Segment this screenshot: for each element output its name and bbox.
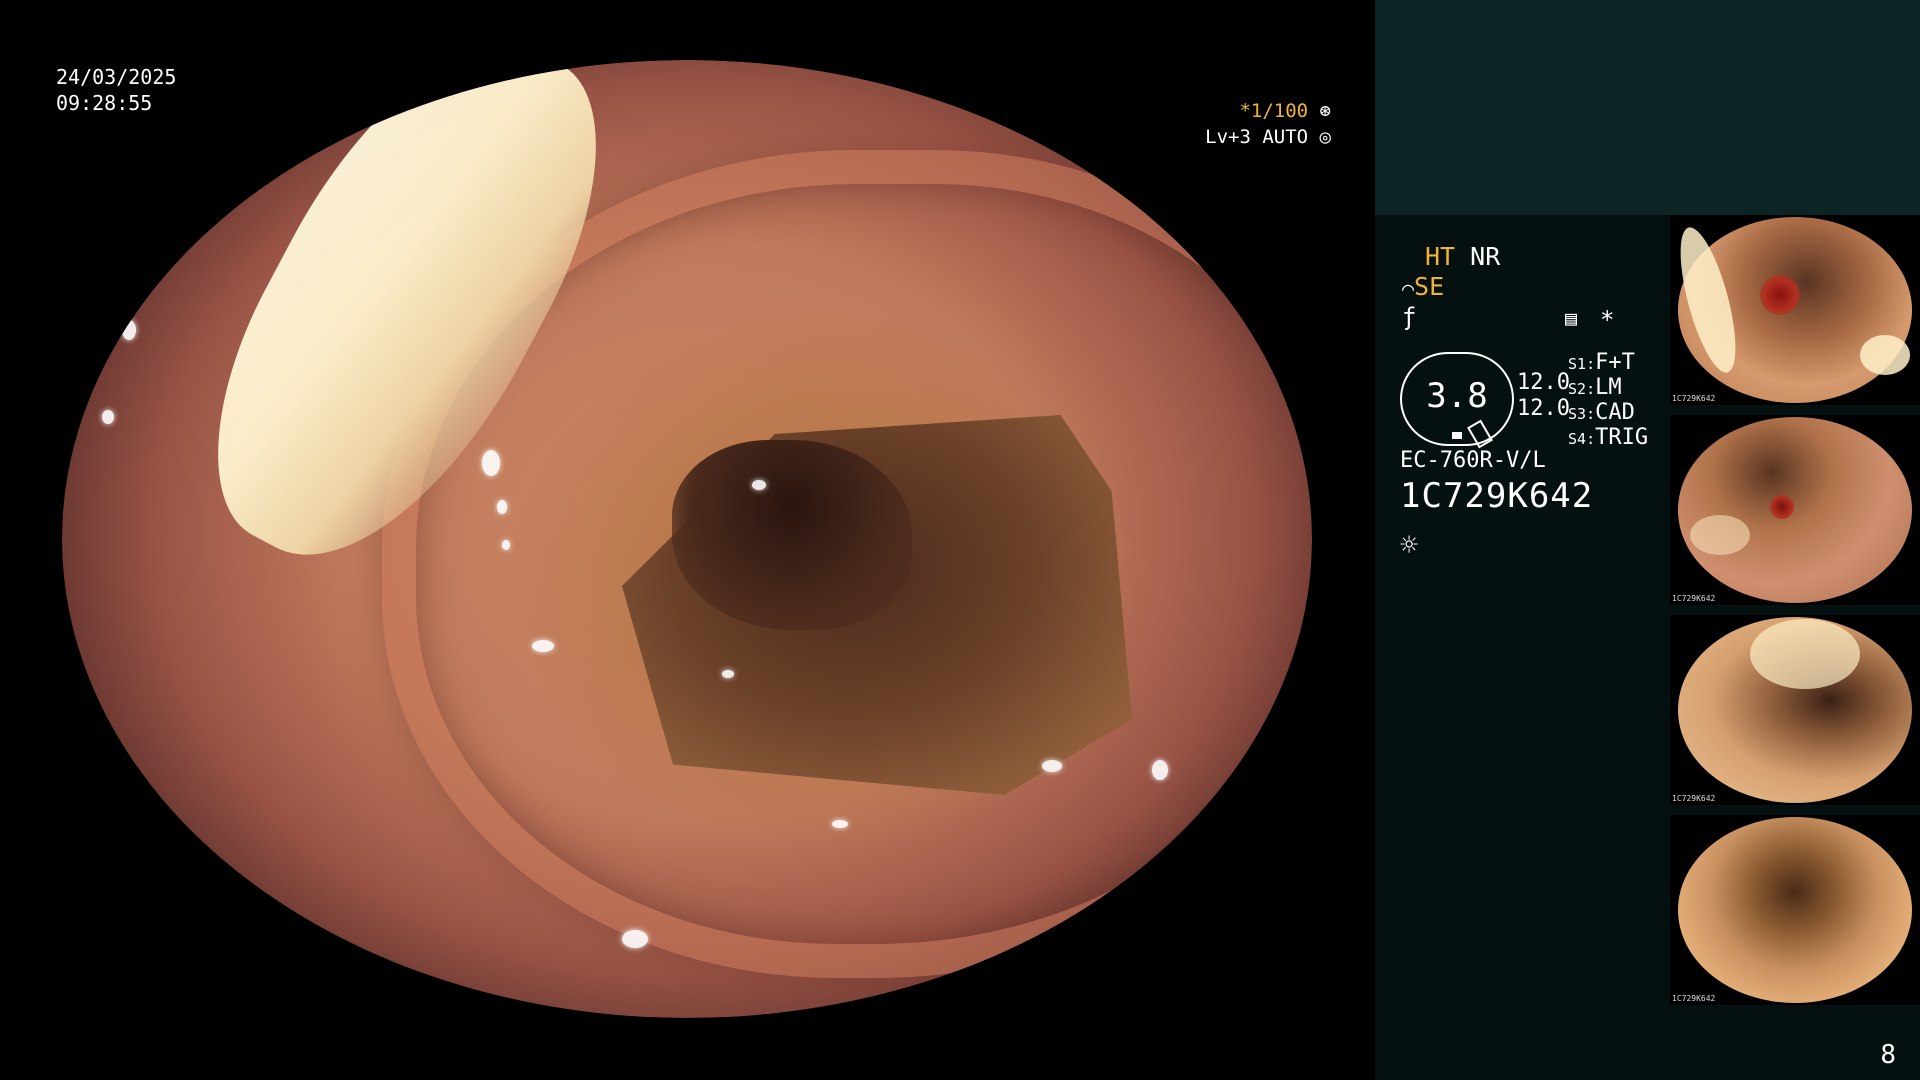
endoscope-view: 24/03/2025 09:28:55 *1/100 ⊛ Lv+3 AUTO ◎: [0, 0, 1375, 1080]
time-label: 09:28:55: [56, 91, 153, 115]
thumbnail-caption: 1C729K642: [1672, 994, 1716, 1003]
datetime-overlay: 24/03/2025 09:28:55: [56, 64, 176, 116]
exposure-label: Lv+3 AUTO: [1205, 126, 1309, 148]
thumbnail-2[interactable]: 1C729K642: [1670, 415, 1920, 605]
switch-row-s1: S1:F+T: [1568, 350, 1635, 375]
exposure-overlay: *1/100 ⊛ Lv+3 AUTO ◎: [1205, 98, 1331, 150]
specular-highlight: [497, 500, 507, 514]
asterisk-label: *: [1600, 306, 1615, 334]
specular-highlight: [102, 410, 114, 424]
sharpness-indicator: 3.8: [1400, 352, 1514, 449]
auto-icon: ◎: [1319, 126, 1331, 148]
scope-model: EC-760R-V/L: [1400, 448, 1546, 473]
lesion-spot: [1770, 495, 1794, 519]
thumbnail-caption: 1C729K642: [1672, 594, 1716, 603]
specular-highlight: [722, 670, 734, 678]
thumbnail-caption: 1C729K642: [1672, 794, 1716, 803]
specular-highlight: [482, 450, 500, 476]
thumbnail-4[interactable]: 1C729K642: [1670, 815, 1920, 1005]
captured-images-strip: 1C729K642 1C729K642 1C729K642 1C729K642: [1670, 215, 1920, 1015]
specular-highlight: [502, 540, 510, 550]
lumen-center: [672, 440, 912, 630]
sharpness-mark: [1452, 432, 1462, 439]
specular-highlight: [532, 640, 554, 652]
thumbnail-1[interactable]: 1C729K642: [1670, 215, 1920, 405]
panel-header-block: [1375, 0, 1920, 215]
mode-nr: NR: [1470, 242, 1501, 271]
page-number: 8: [1880, 1040, 1896, 1070]
scope-serial: 1C729K642: [1400, 476, 1594, 516]
thumbnail-caption: 1C729K642: [1672, 394, 1716, 403]
switch-row-s3: S3:CAD: [1568, 400, 1635, 425]
lesion-spot: [1760, 275, 1800, 315]
mode-ht: HT: [1425, 242, 1456, 271]
switch-row-s2: S2:LM: [1568, 375, 1622, 400]
endoscopic-image: [62, 60, 1312, 1018]
specular-highlight: [122, 320, 136, 340]
thumbnail-3[interactable]: 1C729K642: [1670, 615, 1920, 805]
specular-highlight: [1042, 760, 1062, 772]
specular-highlight: [622, 930, 648, 948]
specular-highlight: [832, 820, 848, 828]
iris-icon: ⊛: [1319, 100, 1331, 122]
menu-icon: ▤: [1565, 306, 1578, 330]
shutter-label: *1/100: [1239, 100, 1309, 122]
light-icon: ☼: [1400, 528, 1419, 563]
contrast-icon: ƒ: [1402, 303, 1417, 331]
enhancement-icon: ⌒: [1402, 276, 1415, 300]
date-label: 24/03/2025: [56, 65, 177, 89]
gain-value-2: 12.0: [1517, 396, 1570, 421]
image-mode-row: HT NR: [1425, 242, 1500, 272]
sharpness-value: 3.8: [1426, 376, 1488, 416]
switch-row-s4: S4:TRIG: [1568, 425, 1649, 450]
structure-enhancement-row: ⌒SE: [1402, 272, 1444, 303]
mode-se: SE: [1414, 272, 1445, 301]
specular-highlight: [1152, 760, 1168, 780]
specular-highlight: [752, 480, 766, 490]
gain-value-1: 12.0: [1517, 370, 1570, 395]
